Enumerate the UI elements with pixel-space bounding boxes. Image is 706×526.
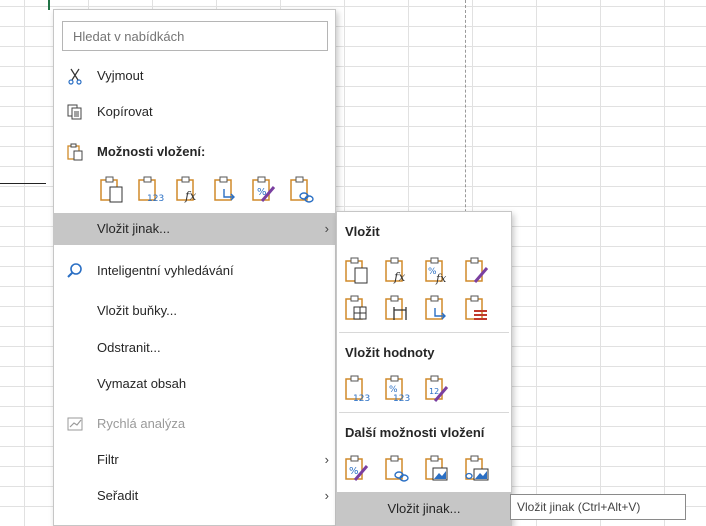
chevron-right-icon: ›: [324, 221, 329, 236]
paste-values-source-format-icon[interactable]: 12: [423, 374, 451, 404]
paste-options-header: Možnosti vložení:: [54, 136, 337, 168]
menu-item-sort[interactable]: Seřadit ›: [54, 480, 337, 512]
paste-no-borders-icon[interactable]: [343, 294, 371, 324]
filter-label: Filtr: [97, 452, 119, 467]
chevron-right-icon: ›: [324, 488, 329, 503]
menu-item-delete[interactable]: Odstranit...: [54, 332, 337, 364]
delete-label: Odstranit...: [97, 340, 161, 355]
paste-transpose-icon[interactable]: [212, 175, 240, 205]
paste-merge-conditional-icon[interactable]: [463, 294, 491, 324]
svg-text:fx: fx: [393, 270, 405, 284]
submenu-separator: [339, 332, 509, 333]
chevron-right-icon: ›: [324, 452, 329, 467]
paste-values-section-header: Vložit hodnoty: [345, 345, 435, 360]
menu-item-smart-lookup[interactable]: Inteligentní vyhledávání: [54, 255, 337, 287]
paste-formatting-icon[interactable]: %: [343, 454, 371, 484]
search-icon: [66, 262, 84, 280]
scissors-icon: [66, 67, 84, 85]
menu-item-cut[interactable]: Vyjmout: [54, 60, 337, 92]
svg-text:123: 123: [353, 394, 370, 404]
search-menus-input[interactable]: [62, 21, 328, 51]
paste-formulas-icon[interactable]: fx: [383, 256, 411, 286]
paste-values-number-format-icon[interactable]: % 123: [383, 374, 411, 404]
paste-formatting-icon[interactable]: %: [250, 175, 278, 205]
quick-analysis-icon: [66, 415, 84, 433]
paste-keep-source-format-icon[interactable]: [463, 256, 491, 286]
copy-label: Kopírovat: [97, 104, 153, 119]
menu-item-quick-analysis: Rychlá analýza: [54, 408, 337, 440]
active-cell-marker: [48, 0, 50, 10]
paste-link-icon[interactable]: [383, 454, 411, 484]
menu-item-paste-special[interactable]: Vložit jinak... ›: [54, 213, 337, 245]
paste-special-label: Vložit jinak...: [97, 221, 170, 236]
paste-linked-picture-icon[interactable]: [463, 454, 491, 484]
svg-text:fx: fx: [184, 189, 196, 203]
selection-border: [0, 183, 46, 184]
paste-link-icon[interactable]: [288, 175, 316, 205]
paste-keep-column-widths-icon[interactable]: [383, 294, 411, 324]
smart-lookup-label: Inteligentní vyhledávání: [97, 263, 234, 278]
copy-icon: [66, 103, 84, 121]
paste-values-icon[interactable]: 123: [136, 175, 164, 205]
paste-formulas-number-format-icon[interactable]: % fx: [423, 256, 451, 286]
menu-item-filter[interactable]: Filtr ›: [54, 444, 337, 476]
clear-contents-label: Vymazat obsah: [97, 376, 187, 391]
svg-text:123: 123: [393, 394, 410, 404]
insert-cells-label: Vložit buňky...: [97, 303, 177, 318]
paste-special-submenu: Vložit fx % fx Vložit hodnoty 123 % 123 12…: [336, 211, 512, 526]
svg-text:12: 12: [429, 387, 439, 396]
paste-values-icon[interactable]: 123: [343, 374, 371, 404]
context-menu: Vyjmout Kopírovat Možnosti vložení: 123 …: [53, 9, 337, 526]
paste-options-row: 123 fx %: [98, 175, 334, 209]
paste-transpose-icon[interactable]: [423, 294, 451, 324]
paste-formulas-icon[interactable]: fx: [174, 175, 202, 205]
menu-item-clear-contents[interactable]: Vymazat obsah: [54, 368, 337, 400]
cut-label: Vyjmout: [97, 68, 144, 83]
paste-special-dialog-button[interactable]: Vložit jinak...: [337, 492, 511, 525]
paste-picture-icon[interactable]: [423, 454, 451, 484]
menu-item-insert-cells[interactable]: Vložit buňky...: [54, 295, 337, 327]
paste-icon[interactable]: [343, 256, 371, 286]
other-paste-section-header: Další možnosti vložení: [345, 425, 485, 440]
svg-text:123: 123: [147, 194, 164, 204]
paste-options-label: Možnosti vložení:: [97, 144, 206, 159]
svg-text:fx: fx: [435, 272, 447, 285]
sort-label: Seřadit: [97, 488, 139, 503]
clipboard-icon: [66, 143, 84, 161]
paste-special-tooltip: Vložit jinak (Ctrl+Alt+V): [510, 494, 686, 520]
paste-icon[interactable]: [98, 175, 126, 205]
quick-analysis-label: Rychlá analýza: [97, 416, 186, 431]
menu-item-copy[interactable]: Kopírovat: [54, 96, 337, 128]
submenu-separator: [339, 412, 509, 413]
paste-section-header: Vložit: [345, 224, 380, 239]
